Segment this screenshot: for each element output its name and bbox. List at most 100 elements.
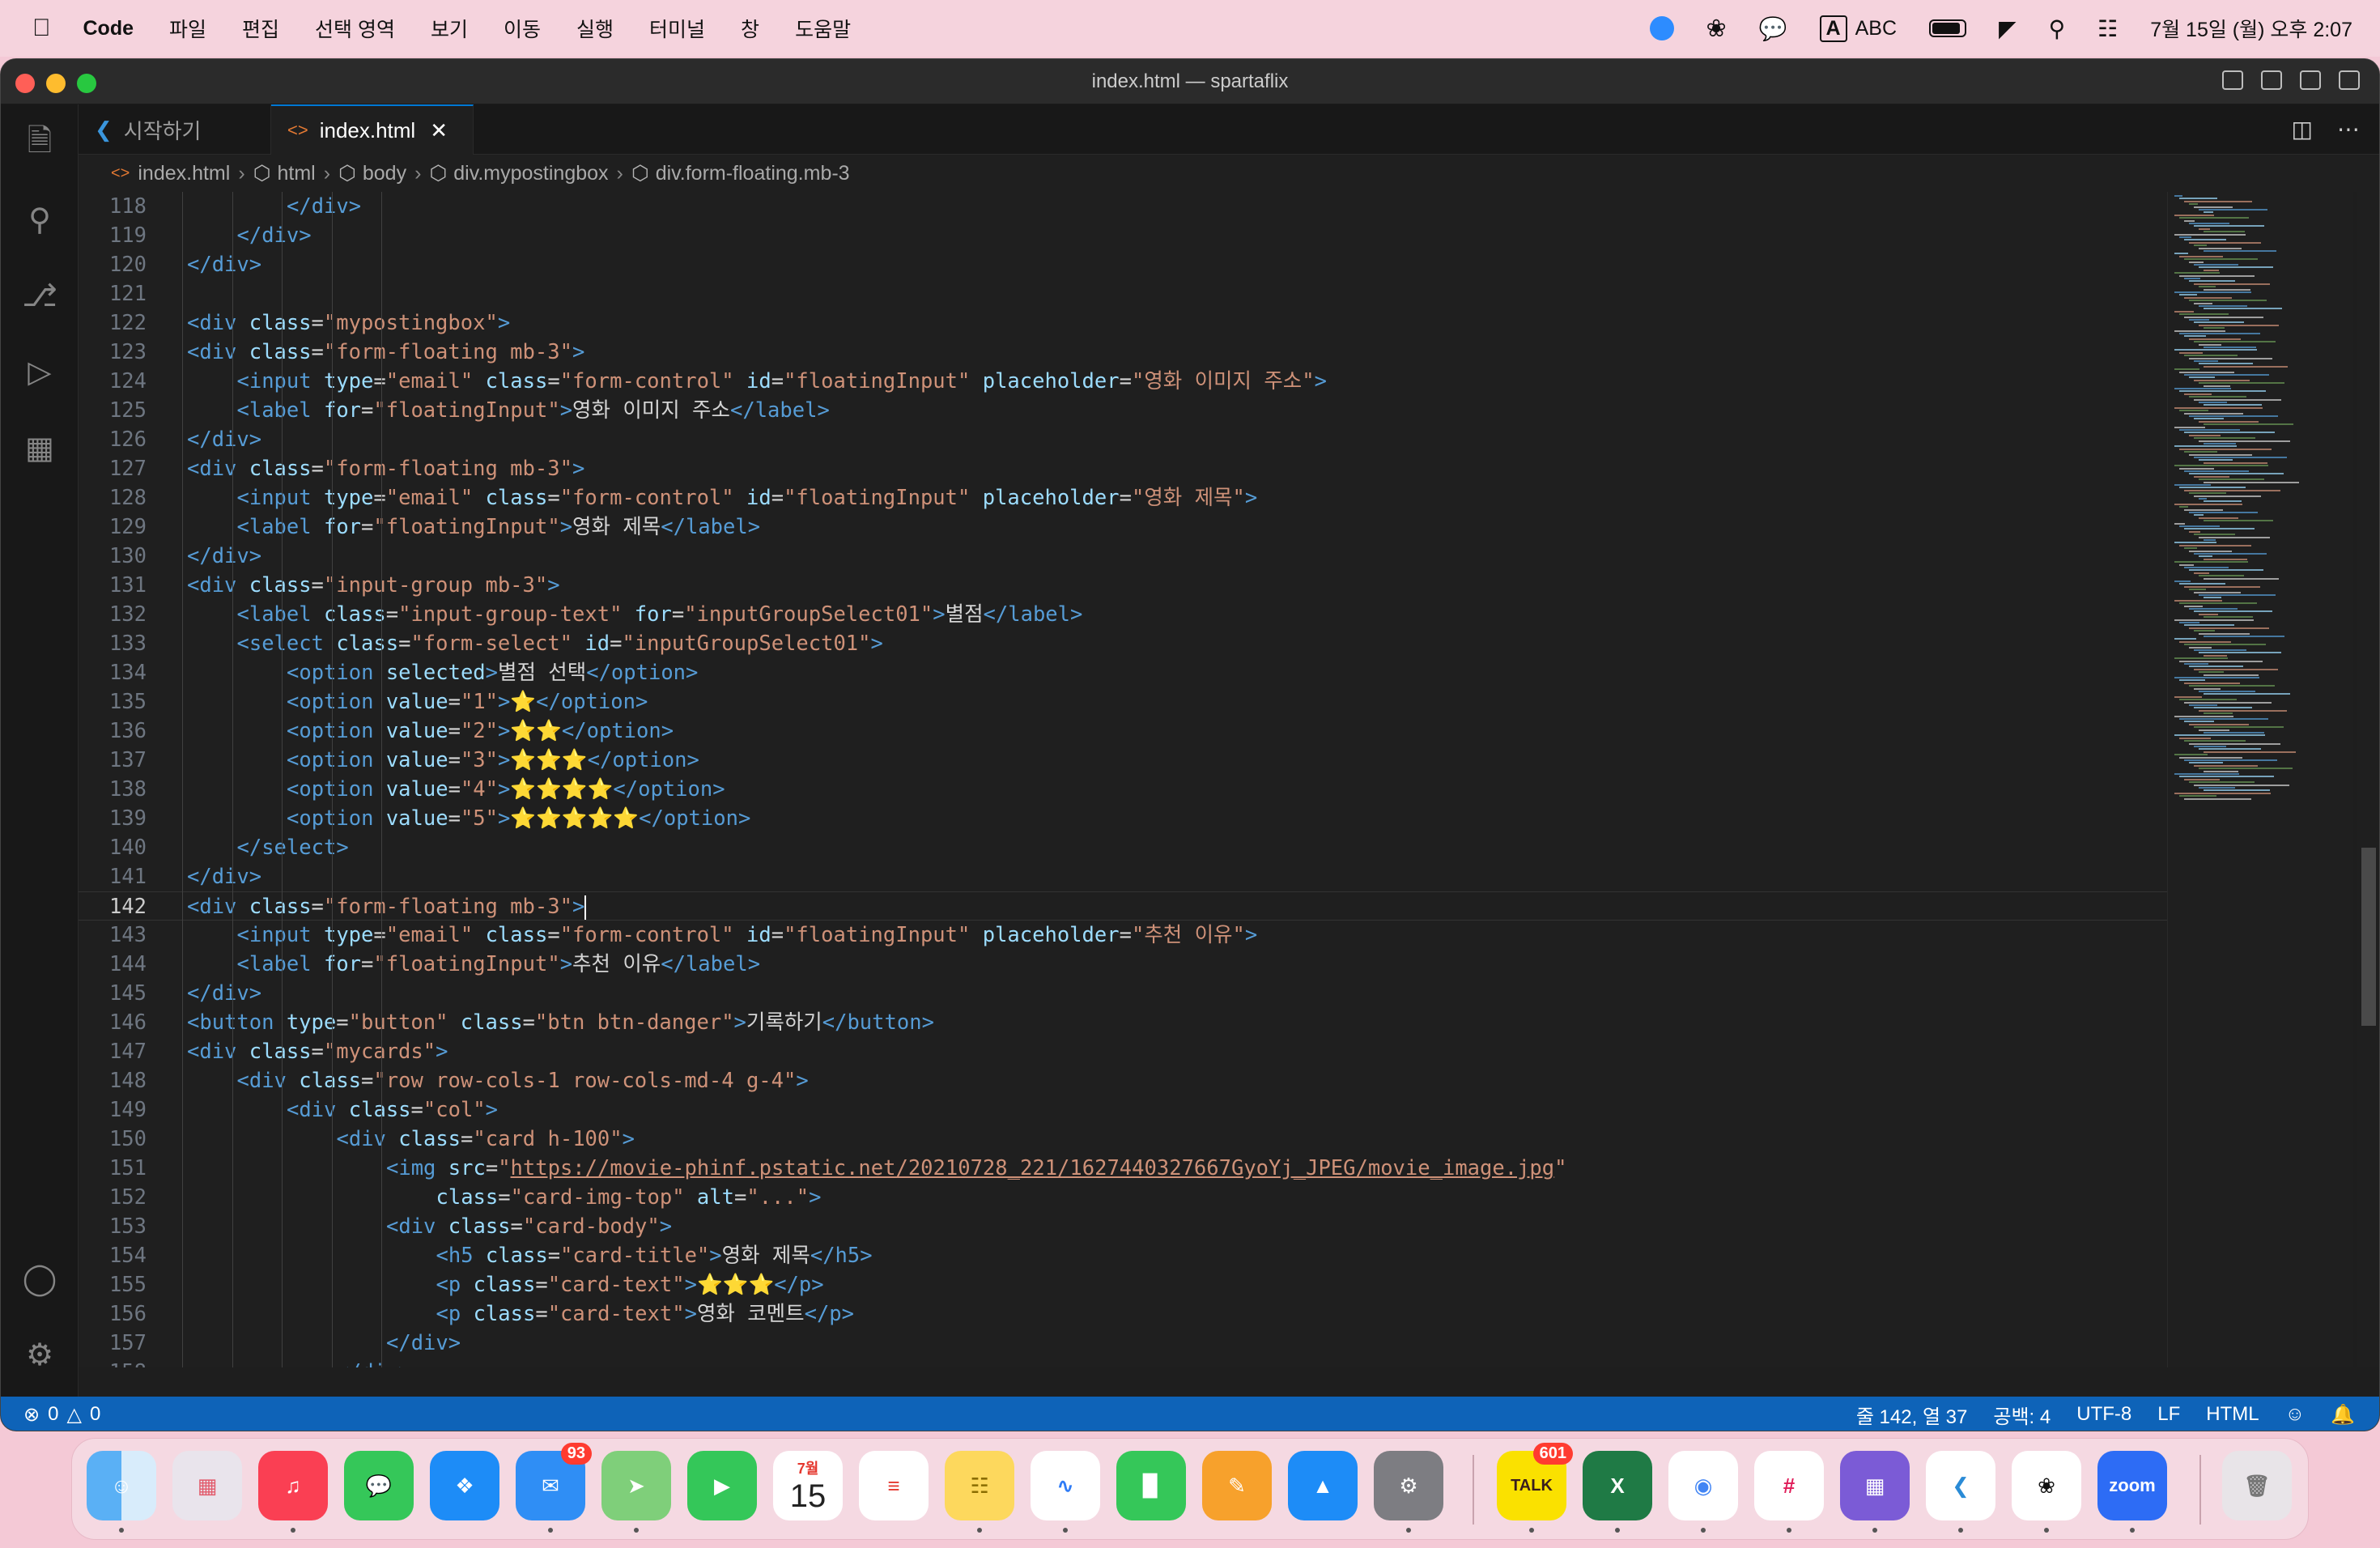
excel-icon[interactable]: X: [1583, 1451, 1652, 1520]
finder-icon[interactable]: ☺: [87, 1451, 156, 1520]
extensions-icon[interactable]: ▦: [20, 428, 59, 467]
zoom-status-icon[interactable]: [1649, 16, 1674, 40]
wifi-icon[interactable]: ◤: [1999, 15, 2017, 42]
menu-edit[interactable]: 편집: [242, 14, 279, 43]
code-line[interactable]: 121: [79, 279, 2167, 308]
code-token[interactable]: https://movie-phinf.pstatic.net/20210728…: [511, 1156, 1555, 1180]
code-line[interactable]: 132 <label class="input-group-text" for="…: [79, 600, 2167, 629]
chrome-icon[interactable]: ◉: [1668, 1451, 1738, 1520]
code-line[interactable]: 157 </div>: [79, 1329, 2167, 1358]
tab-welcome[interactable]: ❮ 시작하기: [79, 104, 271, 155]
pages-icon[interactable]: ✎: [1202, 1451, 1272, 1520]
menu-window[interactable]: 창: [741, 14, 759, 43]
breadcrumb-body[interactable]: body: [363, 162, 406, 185]
tab-index-html[interactable]: <> index.html ✕: [271, 104, 474, 155]
code-line[interactable]: 143 <input type="email" class="form-contr…: [79, 921, 2167, 950]
code-line[interactable]: 148 <div class="row row-cols-1 row-cols-m…: [79, 1066, 2167, 1095]
chat-status-icon[interactable]: 💬: [1759, 15, 1787, 42]
code-line[interactable]: 137 <option value="3">⭐⭐⭐</option>: [79, 746, 2167, 775]
control-center-icon[interactable]: ☷: [2097, 15, 2118, 42]
menu-run[interactable]: 실행: [576, 14, 614, 43]
code-line[interactable]: 153 <div class="card-body">: [79, 1212, 2167, 1241]
facetime-icon[interactable]: ▶: [687, 1451, 757, 1520]
code-line[interactable]: 120 </div>: [79, 250, 2167, 279]
cursor-position[interactable]: 줄 142, 열 37: [1856, 1401, 1968, 1429]
code-line[interactable]: 138 <option value="4">⭐⭐⭐⭐</option>: [79, 775, 2167, 804]
code-line[interactable]: 149 <div class="col">: [79, 1095, 2167, 1125]
code-line[interactable]: 141 </div>: [79, 862, 2167, 891]
breadcrumb-html[interactable]: html: [277, 162, 315, 185]
tab-close-icon[interactable]: ✕: [430, 118, 448, 143]
code-line[interactable]: 133 <select class="form-select" id="input…: [79, 629, 2167, 658]
code-line[interactable]: 136 <option value="2">⭐⭐</option>: [79, 717, 2167, 746]
code-line[interactable]: 147 <div class="mycards">: [79, 1037, 2167, 1066]
notes-icon[interactable]: ☷: [945, 1451, 1014, 1520]
menu-help[interactable]: 도움말: [795, 14, 851, 43]
code-line[interactable]: 150 <div class="card h-100">: [79, 1125, 2167, 1154]
code-line[interactable]: 129 <label for="floatingInput">영화 제목</lab…: [79, 512, 2167, 542]
code-line[interactable]: 134 <option selected>별점 선택</option>: [79, 658, 2167, 687]
chatgpt-icon[interactable]: ❀: [2012, 1451, 2081, 1520]
minimap[interactable]: [2167, 192, 2353, 1367]
code-line[interactable]: 158 </div>: [79, 1358, 2167, 1367]
numbers-icon[interactable]: ▉: [1116, 1451, 1186, 1520]
code-editor[interactable]: 118 </div> 119 </div> 120 </div> 121 122 <div cl…: [79, 192, 2167, 1367]
toggle-primary-sidebar-icon[interactable]: [2222, 70, 2243, 90]
maps-icon[interactable]: ➤: [601, 1451, 671, 1520]
trash-icon[interactable]: 🗑: [2222, 1451, 2292, 1520]
code-line[interactable]: 123 <div class="form-floating mb-3">: [79, 338, 2167, 367]
freeform-icon[interactable]: ∿: [1031, 1451, 1100, 1520]
code-line[interactable]: 128 <input type="email" class="form-contr…: [79, 483, 2167, 512]
code-line[interactable]: 144 <label for="floatingInput">추천 이유</lab…: [79, 950, 2167, 979]
input-method-indicator[interactable]: A ABC: [1819, 15, 1897, 42]
indentation-setting[interactable]: 공백: 4: [1993, 1401, 2051, 1429]
menubar-clock[interactable]: 7월 15일 (월) 오후 2:07: [2150, 14, 2352, 43]
search-icon[interactable]: ⚲: [20, 200, 59, 239]
launchpad-icon[interactable]: ▦: [172, 1451, 242, 1520]
maximize-window-button[interactable]: [77, 74, 96, 93]
code-line[interactable]: 152 class="card-img-top" alt="...">: [79, 1183, 2167, 1212]
code-line[interactable]: 126 </div>: [79, 425, 2167, 454]
system-settings-icon[interactable]: ⚙: [1374, 1451, 1443, 1520]
source-control-icon[interactable]: ⎇: [20, 276, 59, 315]
vscode-icon[interactable]: ❮: [1926, 1451, 1995, 1520]
music-icon[interactable]: ♫: [258, 1451, 328, 1520]
language-mode[interactable]: HTML: [2206, 1403, 2259, 1426]
code-line[interactable]: 131 <div class="input-group mb-3">: [79, 571, 2167, 600]
zoom-app-icon[interactable]: zoom: [2097, 1451, 2167, 1520]
code-line[interactable]: 135 <option value="1">⭐</option>: [79, 687, 2167, 717]
mail-icon[interactable]: ✉ 93: [516, 1443, 592, 1520]
eol-setting[interactable]: LF: [2157, 1403, 2180, 1426]
spotlight-search-icon[interactable]: ⚲: [2049, 15, 2066, 42]
split-editor-icon[interactable]: ◫: [2292, 116, 2313, 142]
customize-layout-icon[interactable]: [2339, 70, 2360, 90]
menu-selection[interactable]: 선택 영역: [315, 14, 395, 43]
menu-view[interactable]: 보기: [431, 14, 468, 43]
chatgpt-status-icon[interactable]: ❀: [1706, 15, 1727, 43]
accounts-icon[interactable]: ◯: [20, 1259, 59, 1298]
breadcrumb-form-floating[interactable]: div.form-floating.mb-3: [656, 162, 850, 185]
obsidian-like-app-icon[interactable]: ▦: [1840, 1451, 1910, 1520]
code-line[interactable]: 146 <button type="button" class="btn btn-…: [79, 1008, 2167, 1037]
toggle-secondary-sidebar-icon[interactable]: [2300, 70, 2321, 90]
code-line[interactable]: 119 </div>: [79, 221, 2167, 250]
code-line[interactable]: 127 <div class="form-floating mb-3">: [79, 454, 2167, 483]
menu-terminal[interactable]: 터미널: [649, 14, 705, 43]
notifications-bell-icon[interactable]: 🔔: [2331, 1403, 2355, 1427]
menu-app-name[interactable]: Code: [83, 17, 134, 40]
code-line[interactable]: 142 <div class="form-floating mb-3">: [79, 891, 2167, 921]
feedback-icon[interactable]: ☺: [2285, 1403, 2306, 1426]
safari-icon[interactable]: ❖: [430, 1451, 499, 1520]
code-line[interactable]: 151 <img src="https://movie-phinf.pstatic…: [79, 1154, 2167, 1183]
more-actions-icon[interactable]: ⋯: [2337, 116, 2360, 142]
code-line[interactable]: 139 <option value="5">⭐⭐⭐⭐⭐</option>: [79, 804, 2167, 833]
code-line[interactable]: 118 </div>: [79, 192, 2167, 221]
vertical-scrollbar[interactable]: [2357, 192, 2379, 1367]
apple-icon[interactable]: : [32, 15, 51, 42]
explorer-icon[interactable]: 🗎: [20, 124, 59, 163]
breadcrumb-mypostingbox[interactable]: div.mypostingbox: [453, 162, 608, 185]
app-store-icon[interactable]: ▲: [1288, 1451, 1358, 1520]
slack-icon[interactable]: #: [1754, 1451, 1824, 1520]
encoding-setting[interactable]: UTF-8: [2076, 1403, 2131, 1426]
breadcrumb-file[interactable]: index.html: [138, 162, 230, 185]
